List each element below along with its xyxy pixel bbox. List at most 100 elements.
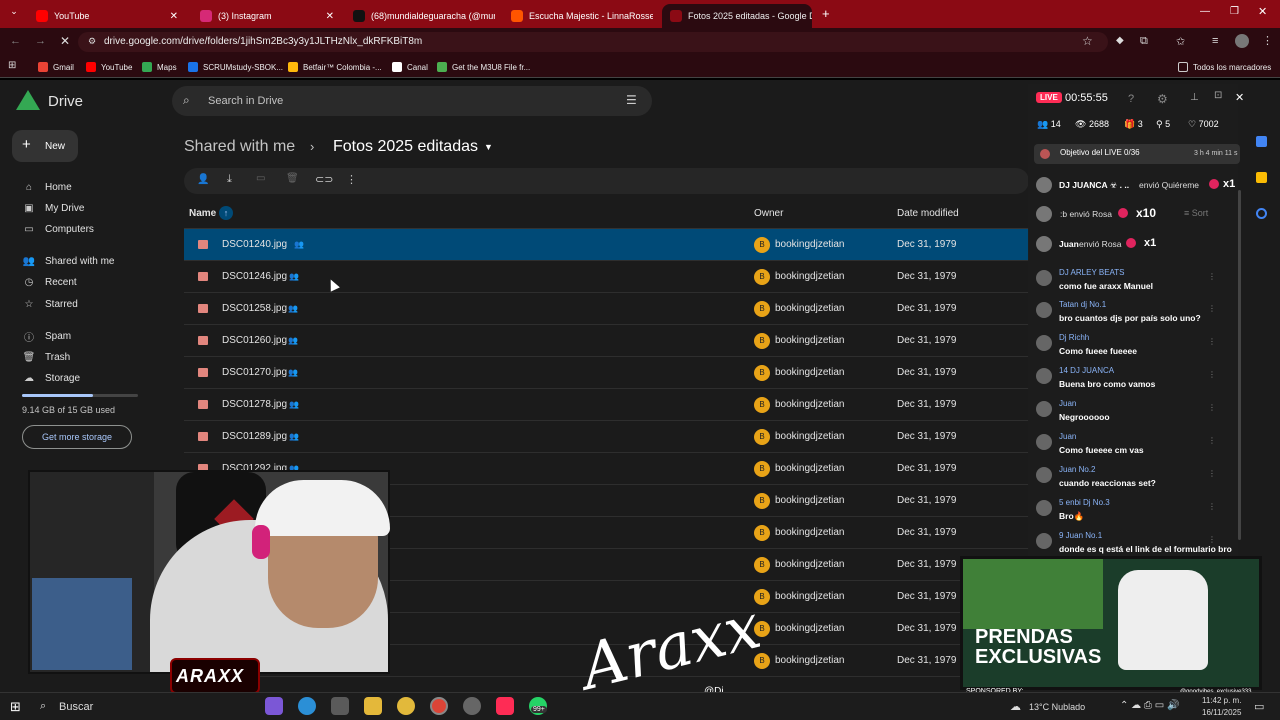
minimize-panel-icon[interactable]: ⊡ [1214, 90, 1222, 101]
breadcrumb-current[interactable]: Fotos 2025 editadas [333, 138, 478, 156]
bookmark-item[interactable]: Maps [142, 57, 177, 77]
trash-icon[interactable]: 🗑 [286, 173, 299, 184]
sidebar-item[interactable]: ▣ My Drive [22, 198, 84, 218]
search-options-icon[interactable]: ☰ [626, 93, 637, 107]
close-window-icon[interactable]: ✕ [1258, 5, 1267, 18]
profile-avatar[interactable] [1235, 34, 1249, 48]
new-tab-icon[interactable]: + [822, 6, 830, 21]
table-row[interactable]: DSC01246.jpg 👥 B bookingdjzetian Dec 31,… [184, 261, 1029, 293]
tab-close-icon[interactable]: ✕ [164, 11, 178, 22]
file-name[interactable]: DSC01260.jpg [222, 335, 287, 346]
chat-username[interactable]: 14 DJ JUANCA [1059, 366, 1114, 375]
tasks-icon[interactable] [1256, 208, 1267, 219]
chat-more-icon[interactable]: ⋮ [1208, 403, 1216, 412]
chat-username[interactable]: Dj Richh [1059, 333, 1089, 342]
chat-username[interactable]: 5 enbi Dj No.3 [1059, 498, 1110, 507]
extensions-puzzle-icon[interactable]: ⧉ [1140, 35, 1148, 48]
menu-kebab-icon[interactable]: ⋮ [1262, 34, 1273, 47]
chat-more-icon[interactable]: ⋮ [1208, 272, 1216, 281]
sidebar-item[interactable]: ☆ Starred [22, 294, 78, 314]
browser-tab[interactable]: Fotos 2025 editadas - Google D ✕ [662, 4, 812, 28]
tab-close-icon[interactable]: ✕ [320, 11, 334, 22]
download-icon[interactable]: ⤓ [227, 173, 232, 186]
store-icon[interactable] [331, 697, 349, 715]
sidebar-item[interactable]: ◷ Recent [22, 272, 77, 292]
bookmark-star-icon[interactable]: ☆ [1082, 34, 1093, 48]
chat-more-icon[interactable]: ⋮ [1208, 304, 1216, 313]
sidebar-item[interactable]: ☁ Storage [22, 368, 80, 388]
bookmark-item[interactable]: Get the M3U8 File fr... [437, 57, 530, 77]
edge-icon[interactable] [298, 697, 316, 715]
table-row[interactable]: DSC01258.jpg 👥 B bookingdjzetian Dec 31,… [184, 293, 1029, 325]
bookmark-item[interactable]: YouTube [86, 57, 132, 77]
file-name[interactable]: DSC01270.jpg [222, 367, 287, 378]
taskbar-search[interactable]: Buscar [59, 701, 93, 713]
start-icon[interactable]: ⊞ [10, 699, 21, 715]
table-row[interactable]: DSC01278.jpg 👥 B bookingdjzetian Dec 31,… [184, 389, 1029, 421]
share-icon[interactable]: 👤 [197, 174, 209, 185]
bookmark-item[interactable]: Canal [392, 57, 428, 77]
get-storage-button[interactable]: Get more storage [22, 425, 132, 449]
clock-date[interactable]: 16/11/2025 [1202, 708, 1241, 717]
reading-list-icon[interactable]: ≡ [1212, 35, 1218, 47]
breadcrumb-parent[interactable]: Shared with me [184, 138, 295, 156]
tiktok-icon[interactable] [496, 697, 514, 715]
browser-tab[interactable]: (68)mundialdeguaracha (@mun ✕ [345, 4, 495, 28]
file-name[interactable]: DSC01278.jpg [222, 399, 287, 410]
chrome-icon[interactable] [397, 697, 415, 715]
settings-icon[interactable]: ⚙ [1157, 92, 1168, 106]
url-text[interactable]: drive.google.com/drive/folders/1jihSm2Bc… [104, 36, 422, 47]
drive-logo-text[interactable]: Drive [48, 93, 83, 110]
file-name[interactable]: DSC01240.jpg [222, 239, 287, 250]
copilot-icon[interactable] [265, 697, 283, 715]
drive-logo-icon[interactable] [16, 90, 40, 110]
clock-time[interactable]: 11:42 p. m. [1202, 696, 1241, 705]
pin-icon[interactable]: ⊥ [1190, 92, 1199, 103]
bookmark-item[interactable]: Gmail [38, 57, 74, 77]
sidebar-item[interactable]: ⓘ Spam [22, 326, 71, 346]
apps-icon[interactable]: ⊞ [8, 60, 16, 71]
file-name[interactable]: DSC01246.jpg [222, 271, 287, 282]
chat-username[interactable]: Tatan dj No.1 [1059, 300, 1106, 309]
chat-more-icon[interactable]: ⋮ [1208, 337, 1216, 346]
sidebar-item[interactable]: 👥 Shared with me [22, 251, 115, 271]
bookmark-item[interactable]: SCRUMstudy-SBOK... [188, 57, 283, 77]
search-input[interactable]: Search in Drive [208, 95, 283, 107]
weather-icon[interactable]: ☁ [1010, 700, 1021, 713]
tray-icons[interactable]: ⌃ ☁ ⎙ ▭ 🔊 [1120, 700, 1179, 711]
favorites-icon[interactable]: ✩ [1176, 35, 1185, 48]
chat-more-icon[interactable]: ⋮ [1208, 535, 1216, 544]
tab-search-icon[interactable]: ⌄ [6, 6, 22, 22]
table-row[interactable]: DSC01270.jpg 👥 B bookingdjzetian Dec 31,… [184, 357, 1029, 389]
chat-username[interactable]: DJ ARLEY BEATS [1059, 268, 1125, 277]
back-icon[interactable]: ← [10, 35, 21, 47]
table-row[interactable]: DSC01240.jpg 👥 B bookingdjzetian Dec 31,… [184, 229, 1029, 261]
extension-icon[interactable]: ◆ [1116, 35, 1124, 46]
help-icon[interactable]: ? [1128, 93, 1134, 105]
keep-icon[interactable] [1256, 172, 1267, 183]
site-info-icon[interactable]: ⚙ [88, 36, 96, 47]
chrome-active-icon[interactable] [430, 697, 448, 715]
column-owner[interactable]: Owner [754, 208, 783, 219]
table-row[interactable]: DSC01260.jpg 👥 B bookingdjzetian Dec 31,… [184, 325, 1029, 357]
chat-scrollbar[interactable] [1238, 190, 1241, 540]
column-name[interactable]: Name [189, 208, 216, 219]
sort-arrow-icon[interactable]: ↑ [219, 206, 233, 220]
sidebar-item[interactable]: ⌂ Home [22, 177, 72, 197]
chat-username[interactable]: Juan [1059, 432, 1076, 441]
taskbar-search-icon[interactable]: ⌕ [40, 700, 46, 713]
bookmark-item[interactable]: Betfair™ Colombia -... [288, 57, 382, 77]
restore-icon[interactable]: ❐ [1230, 6, 1239, 17]
calendar-icon[interactable] [1256, 136, 1267, 147]
chat-username[interactable]: Juan [1059, 399, 1076, 408]
explorer-icon[interactable] [364, 697, 382, 715]
chat-more-icon[interactable]: ⋮ [1208, 502, 1216, 511]
sidebar-item[interactable]: 🗑 Trash [22, 347, 71, 367]
column-date[interactable]: Date modified [897, 208, 959, 219]
browser-tab[interactable]: (3) Instagram ✕ [192, 4, 342, 28]
table-row[interactable]: DSC01289.jpg 👥 B bookingdjzetian Dec 31,… [184, 421, 1029, 453]
chat-more-icon[interactable]: ⋮ [1208, 370, 1216, 379]
forward-icon[interactable]: → [35, 35, 46, 47]
sort-button[interactable]: ≡ Sort [1184, 208, 1208, 218]
chat-more-icon[interactable]: ⋮ [1208, 436, 1216, 445]
